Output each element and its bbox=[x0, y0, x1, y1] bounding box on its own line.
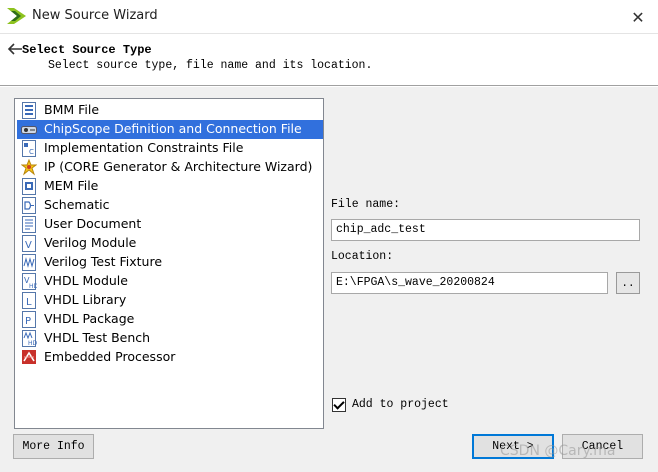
ip-core-icon bbox=[21, 159, 37, 176]
list-item-chipscope[interactable]: ChipScope Definition and Connection File bbox=[17, 120, 323, 139]
more-info-button[interactable]: More Info bbox=[13, 434, 94, 459]
svg-text:L: L bbox=[26, 297, 32, 308]
svg-text:V: V bbox=[25, 240, 32, 251]
list-item-ip-core[interactable]: IP (CORE Generator & Architecture Wizard… bbox=[17, 158, 323, 177]
source-type-list[interactable]: BMM File ChipScope Definition and Connec… bbox=[14, 98, 324, 429]
list-item-verilog-module[interactable]: V Verilog Module bbox=[17, 234, 323, 253]
wizard-body: BMM File ChipScope Definition and Connec… bbox=[0, 87, 658, 472]
mem-file-icon bbox=[22, 178, 36, 195]
wizard-header: Select Source Type Select source type, f… bbox=[0, 34, 658, 86]
watermark: CSDN @Cary.ma bbox=[500, 443, 616, 459]
close-button[interactable]: ✕ bbox=[624, 4, 652, 30]
vhdl-library-icon: L bbox=[22, 292, 36, 309]
user-document-icon bbox=[22, 216, 36, 233]
svg-text:HD: HD bbox=[28, 340, 37, 347]
list-item-mem-file[interactable]: MEM File bbox=[17, 177, 323, 196]
add-to-project-checkbox[interactable] bbox=[332, 398, 346, 412]
list-item-vhdl-package[interactable]: P VHDL Package bbox=[17, 310, 323, 329]
list-item-vhdl-module[interactable]: V HD VHDL Module bbox=[17, 272, 323, 291]
location-input[interactable]: E:\FPGA\s_wave_20200824 bbox=[331, 272, 608, 294]
vhdl-package-icon: P bbox=[22, 311, 36, 328]
chipscope-icon bbox=[21, 126, 37, 134]
page-title: Select Source Type bbox=[22, 43, 152, 57]
list-item-embedded-processor[interactable]: Embedded Processor bbox=[17, 348, 323, 367]
browse-button[interactable]: .. bbox=[616, 272, 640, 294]
list-item-vhdl-library[interactable]: L VHDL Library bbox=[17, 291, 323, 310]
list-item-bmm-file[interactable]: BMM File bbox=[17, 101, 323, 120]
svg-text:C: C bbox=[29, 148, 34, 156]
bmm-file-icon bbox=[22, 102, 36, 119]
list-item-implementation-constraints[interactable]: C Implementation Constraints File bbox=[17, 139, 323, 158]
vhdl-test-bench-icon: HD bbox=[22, 330, 37, 347]
title-bar: New Source Wizard ✕ bbox=[0, 0, 658, 34]
location-label: Location: bbox=[331, 250, 394, 263]
xilinx-logo-icon bbox=[7, 8, 26, 24]
svg-text:P: P bbox=[25, 316, 31, 327]
file-name-input[interactable]: chip_adc_test bbox=[331, 219, 640, 241]
back-arrow-icon[interactable] bbox=[7, 42, 23, 56]
embedded-processor-icon bbox=[22, 350, 36, 364]
list-item-user-document[interactable]: User Document bbox=[17, 215, 323, 234]
vhdl-module-icon: VHD bbox=[22, 273, 37, 290]
file-name-label: File name: bbox=[331, 198, 401, 211]
window-title: New Source Wizard bbox=[32, 8, 158, 23]
list-item-vhdl-test-bench[interactable]: HD VHDL Test Bench bbox=[17, 329, 323, 348]
schematic-icon bbox=[22, 197, 36, 214]
constraints-file-icon: C bbox=[22, 140, 36, 157]
svg-text:HD: HD bbox=[29, 283, 37, 290]
list-item-verilog-test-fixture[interactable]: Verilog Test Fixture bbox=[17, 253, 323, 272]
add-to-project-label: Add to project bbox=[352, 398, 449, 411]
list-item-schematic[interactable]: Schematic bbox=[17, 196, 323, 215]
verilog-test-fixture-icon bbox=[22, 254, 36, 271]
close-icon: ✕ bbox=[631, 7, 645, 27]
page-subtitle: Select source type, file name and its lo… bbox=[48, 59, 373, 72]
verilog-module-icon: V bbox=[22, 235, 36, 252]
